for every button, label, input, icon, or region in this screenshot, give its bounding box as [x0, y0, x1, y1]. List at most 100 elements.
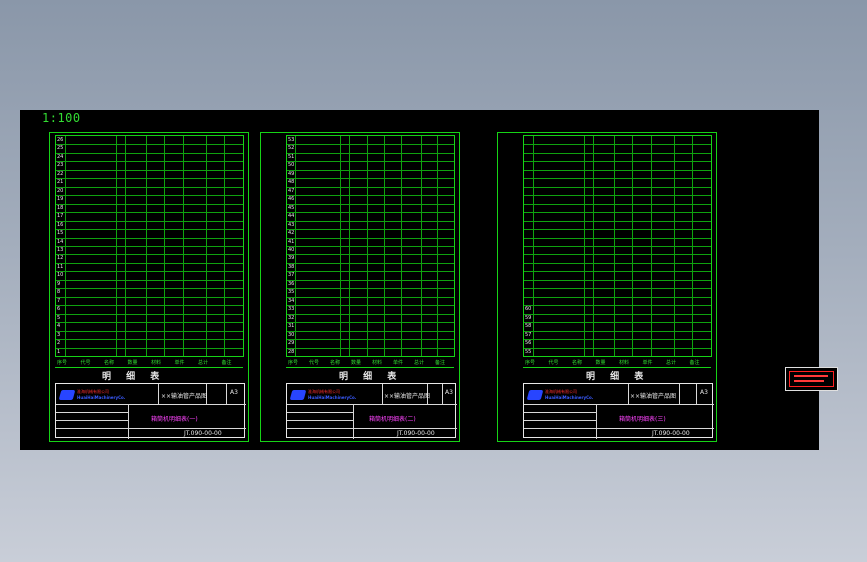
- row-number: 15: [57, 230, 64, 237]
- row-number: 7: [57, 297, 61, 304]
- grid-col-line: [115, 136, 117, 356]
- grid-row-line: [287, 203, 454, 205]
- grid-col-line: [224, 136, 226, 356]
- header-label: 序号: [525, 360, 536, 366]
- header-label: 代号: [80, 360, 91, 366]
- row-number: 59: [525, 314, 532, 321]
- navigation-minimap[interactable]: [785, 367, 838, 391]
- company-logo: 淮海机械有限公司 HuaiHaiMachineryCo.: [526, 388, 618, 402]
- sheet-caption: 箱筒机明细表(三): [619, 416, 666, 423]
- row-number: 36: [288, 280, 295, 287]
- row-number: 45: [288, 204, 295, 211]
- row-number: 18: [57, 204, 64, 211]
- logo-icon: [526, 390, 544, 400]
- grid-row-line: [287, 229, 454, 231]
- grid-col-line: [400, 136, 402, 356]
- grid-row-line: [524, 169, 711, 171]
- grid-col-line: [164, 136, 166, 356]
- grid-row-line: [287, 178, 454, 180]
- company-logo: 淮海机械有限公司 HuaiHaiMachineryCo.: [58, 388, 150, 402]
- grid-row-line: [524, 144, 711, 146]
- row-number: 44: [288, 213, 295, 220]
- grid-row-line: [287, 330, 454, 332]
- row-number: 4: [57, 323, 61, 330]
- drawing-sheet-2[interactable]: 53 52 51 50 49 48 47 46 45 44 43 42 41 40 39 38 37 36 35 34…: [260, 132, 460, 442]
- row-number: 13: [57, 247, 64, 253]
- grid-row-line: [287, 271, 454, 273]
- header-label: 单件: [174, 360, 185, 366]
- drawing-sheet-1[interactable]: 26 25 24 23 22 21 20 19 18 17 16 15 14 13 12 11 10 9 8 7 6 5 4…: [49, 132, 249, 442]
- grid-col-line: [367, 136, 369, 356]
- grid-row-line: [56, 246, 243, 247]
- row-number: 32: [288, 314, 295, 321]
- header-label: 材料: [372, 360, 383, 366]
- parts-list-grid: 26 25 24 23 22 21 20 19 18 17 16 15 14 13 12 11 10 9 8 7 6 5 4…: [55, 135, 244, 357]
- grid-col-line: [673, 136, 675, 356]
- grid-row-line: [524, 322, 711, 324]
- grid-row-line: [56, 262, 243, 264]
- grid-col-line: [583, 136, 585, 356]
- grid-row-line: [56, 330, 243, 332]
- title-block: 淮海机械有限公司 HuaiHaiMachineryCo. ××输油管产品图 A3…: [523, 383, 714, 439]
- stage-code: A3: [230, 389, 238, 396]
- row-number: 60: [525, 306, 532, 313]
- project-name: ××输油管产品图: [384, 393, 431, 400]
- grid-row-line: [287, 246, 454, 247]
- grid-row-line: [524, 305, 711, 307]
- grid-row-line: [524, 339, 711, 341]
- grid-row-line: [56, 229, 243, 231]
- grid-row-line: [56, 237, 243, 239]
- grid-row-line: [524, 330, 711, 332]
- row-number: 19: [57, 196, 64, 203]
- row-number: 28: [288, 348, 295, 355]
- grid-col-line: [295, 136, 297, 356]
- row-number: 8: [57, 289, 61, 296]
- row-number: 5: [57, 314, 61, 321]
- sheet-caption: 箱筒机明细表(一): [151, 416, 198, 423]
- grid-col-line: [125, 136, 127, 356]
- header-label: 总计: [666, 360, 677, 366]
- header-label: 名称: [572, 360, 583, 366]
- project-name: ××输油管产品图: [630, 393, 677, 400]
- header-label: 序号: [288, 360, 299, 366]
- grid-row-line: [287, 186, 454, 188]
- row-number: 26: [57, 137, 64, 143]
- minimap-bar: [794, 375, 828, 377]
- row-number: 12: [57, 255, 64, 262]
- logo-icon: [58, 390, 76, 400]
- row-number: 38: [288, 263, 295, 270]
- drawing-sheet-3[interactable]: 60 59 58 57 56 55 序号 代号 名称 数量 材料 单件 总计 备注 明 细 表 淮海机械…: [497, 132, 717, 442]
- cad-viewport[interactable]: 1:100 26 25 24 23 22 21 20 19 18 17 16 15 14 13 12 11 10…: [20, 110, 819, 450]
- header-label: 名称: [104, 360, 115, 366]
- grid-row-line: [524, 262, 711, 264]
- grid-row-line: [287, 212, 454, 214]
- logo-icon: [289, 390, 307, 400]
- grid-row-line: [524, 203, 711, 205]
- grid-row-line: [56, 152, 243, 154]
- row-number: 31: [288, 323, 295, 330]
- row-number: 56: [525, 340, 532, 347]
- grid-row-line: [287, 220, 454, 222]
- grid-row-line: [287, 152, 454, 154]
- row-number: 35: [288, 289, 295, 296]
- row-number: 2: [57, 340, 61, 347]
- row-number: 21: [57, 179, 64, 186]
- grid-row-line: [287, 254, 454, 256]
- grid-row-line: [287, 305, 454, 307]
- parts-list-grid: 53 52 51 50 49 48 47 46 45 44 43 42 41 40 39 38 37 36 35 34…: [286, 135, 455, 357]
- grid-col-line: [340, 136, 342, 356]
- header-label: 总计: [414, 360, 425, 366]
- grid-row-line: [287, 262, 454, 264]
- parts-list-title: 明 细 表: [586, 372, 650, 382]
- row-number: 57: [525, 331, 532, 338]
- grid-row-line: [56, 203, 243, 205]
- grid-row-line: [287, 313, 454, 315]
- grid-row-line: [56, 144, 243, 146]
- row-number: 40: [288, 247, 295, 253]
- grid-row-line: [524, 229, 711, 231]
- grid-row-line: [287, 144, 454, 146]
- grid-row-line: [524, 186, 711, 188]
- grid-row-line: [56, 296, 243, 298]
- row-number: 22: [57, 170, 64, 177]
- parts-list-header: 序号 代号 名称 数量 材料 单件 总计 备注: [286, 358, 454, 368]
